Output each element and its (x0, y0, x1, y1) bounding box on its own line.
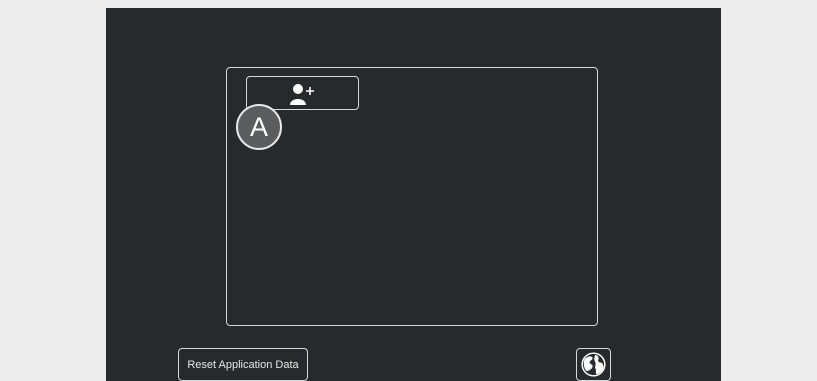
add-user-icon (290, 84, 314, 105)
globe-icon (581, 352, 606, 377)
reset-application-data-button[interactable]: Reset Application Data (178, 348, 308, 381)
callout-marker: A (236, 104, 282, 150)
language-button[interactable] (576, 348, 611, 381)
app-screen: A Reset Application Data (106, 8, 721, 381)
